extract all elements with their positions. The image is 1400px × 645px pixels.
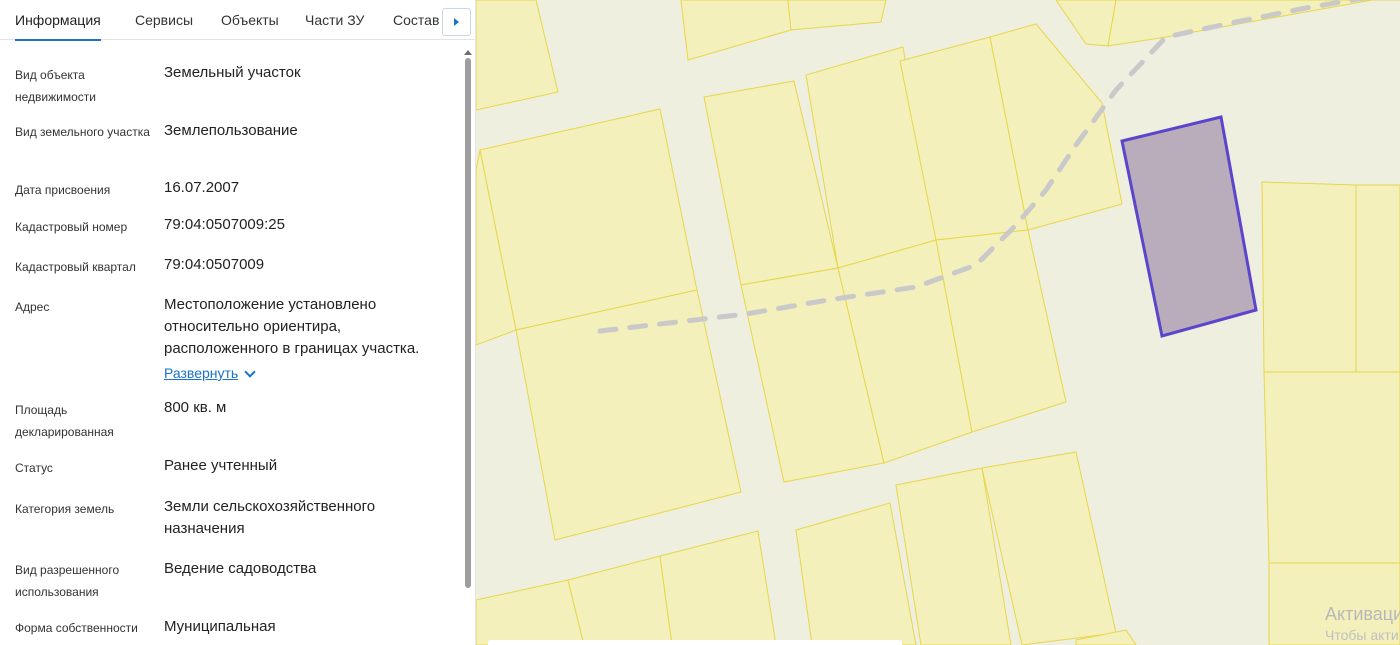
row-value: Земельный участок: [164, 64, 301, 81]
land-parcel[interactable]: [787, 0, 887, 31]
activation-watermark-sub: Чтобы акти: [1325, 627, 1399, 643]
app-window: Информация Сервисы Объекты Части ЗУ Сост…: [0, 0, 1400, 645]
tab-objects[interactable]: Объекты: [221, 0, 279, 40]
scrollbar-thumb[interactable]: [465, 58, 471, 588]
map-bottom-bar: [488, 640, 902, 645]
row-value: 79:04:0507009: [164, 256, 265, 273]
row-label: Форма собственности: [15, 621, 138, 635]
row-label: Кадастровый номер: [15, 220, 128, 234]
land-parcel[interactable]: [1107, 0, 1400, 47]
map-canvas[interactable]: [476, 0, 1400, 645]
land-parcel[interactable]: [1263, 371, 1400, 564]
row-value: 800 кв. м: [164, 399, 227, 416]
tab-composition[interactable]: Состав: [393, 0, 439, 40]
land-parcel[interactable]: [476, 579, 585, 645]
land-parcel[interactable]: [795, 502, 917, 645]
row-value: Муниципальная: [164, 618, 276, 635]
land-parcel[interactable]: [1355, 184, 1400, 373]
row-label: Категория земель: [15, 502, 115, 516]
row-value: Землепользование: [164, 122, 298, 139]
land-parcel[interactable]: [1055, 0, 1117, 47]
tab-parcel-parts[interactable]: Части ЗУ: [305, 0, 364, 40]
row-value: Ранее учтенный: [164, 457, 278, 474]
tab-information[interactable]: Информация: [15, 0, 101, 41]
row-label: Дата присвоения: [15, 183, 111, 197]
row-label: Вид земельного участка: [15, 125, 150, 139]
activation-watermark: Активаци: [1325, 604, 1400, 624]
row-value: 79:04:0507009:25: [164, 216, 285, 233]
land-parcel[interactable]: [680, 0, 792, 61]
address-expand-link[interactable]: Развернуть: [164, 362, 238, 384]
row-label: Кадастровый квартал: [15, 260, 136, 274]
land-parcel[interactable]: [1261, 181, 1357, 373]
panel-scrollbar[interactable]: [463, 50, 473, 645]
parcel-layer: [476, 0, 1400, 645]
row-value: Местоположение установлено относительно …: [164, 296, 420, 357]
tabs-next-button[interactable]: [442, 8, 471, 36]
chevron-down-icon[interactable]: [244, 366, 256, 378]
row-label: Вид объекта недвижимости: [15, 68, 96, 104]
land-parcel[interactable]: [476, 0, 559, 111]
tab-services[interactable]: Сервисы: [135, 0, 193, 40]
land-parcel[interactable]: [567, 555, 673, 645]
row-value: 16.07.2007: [164, 179, 240, 196]
selected-parcel[interactable]: [1120, 115, 1258, 338]
row-value: Земли сельскохозяйственного назначения: [164, 498, 376, 537]
tab-bar: Информация Сервисы Объекты Части ЗУ Сост…: [0, 0, 475, 41]
row-label: Площадь декларированная: [15, 403, 114, 439]
scroll-up-icon[interactable]: [464, 50, 472, 55]
land-parcel[interactable]: [659, 530, 777, 645]
cadastral-map[interactable]: Активаци Чтобы акти: [476, 0, 1400, 645]
row-label: Адрес: [15, 300, 50, 314]
attribute-list: Вид объекта недвижимости Земельный участ…: [0, 40, 460, 645]
row-label: Статус: [15, 461, 53, 475]
row-label: Вид разрешенного использования: [15, 563, 120, 599]
row-value: Ведение садоводства: [164, 560, 317, 577]
info-panel: Информация Сервисы Объекты Части ЗУ Сост…: [0, 0, 476, 645]
